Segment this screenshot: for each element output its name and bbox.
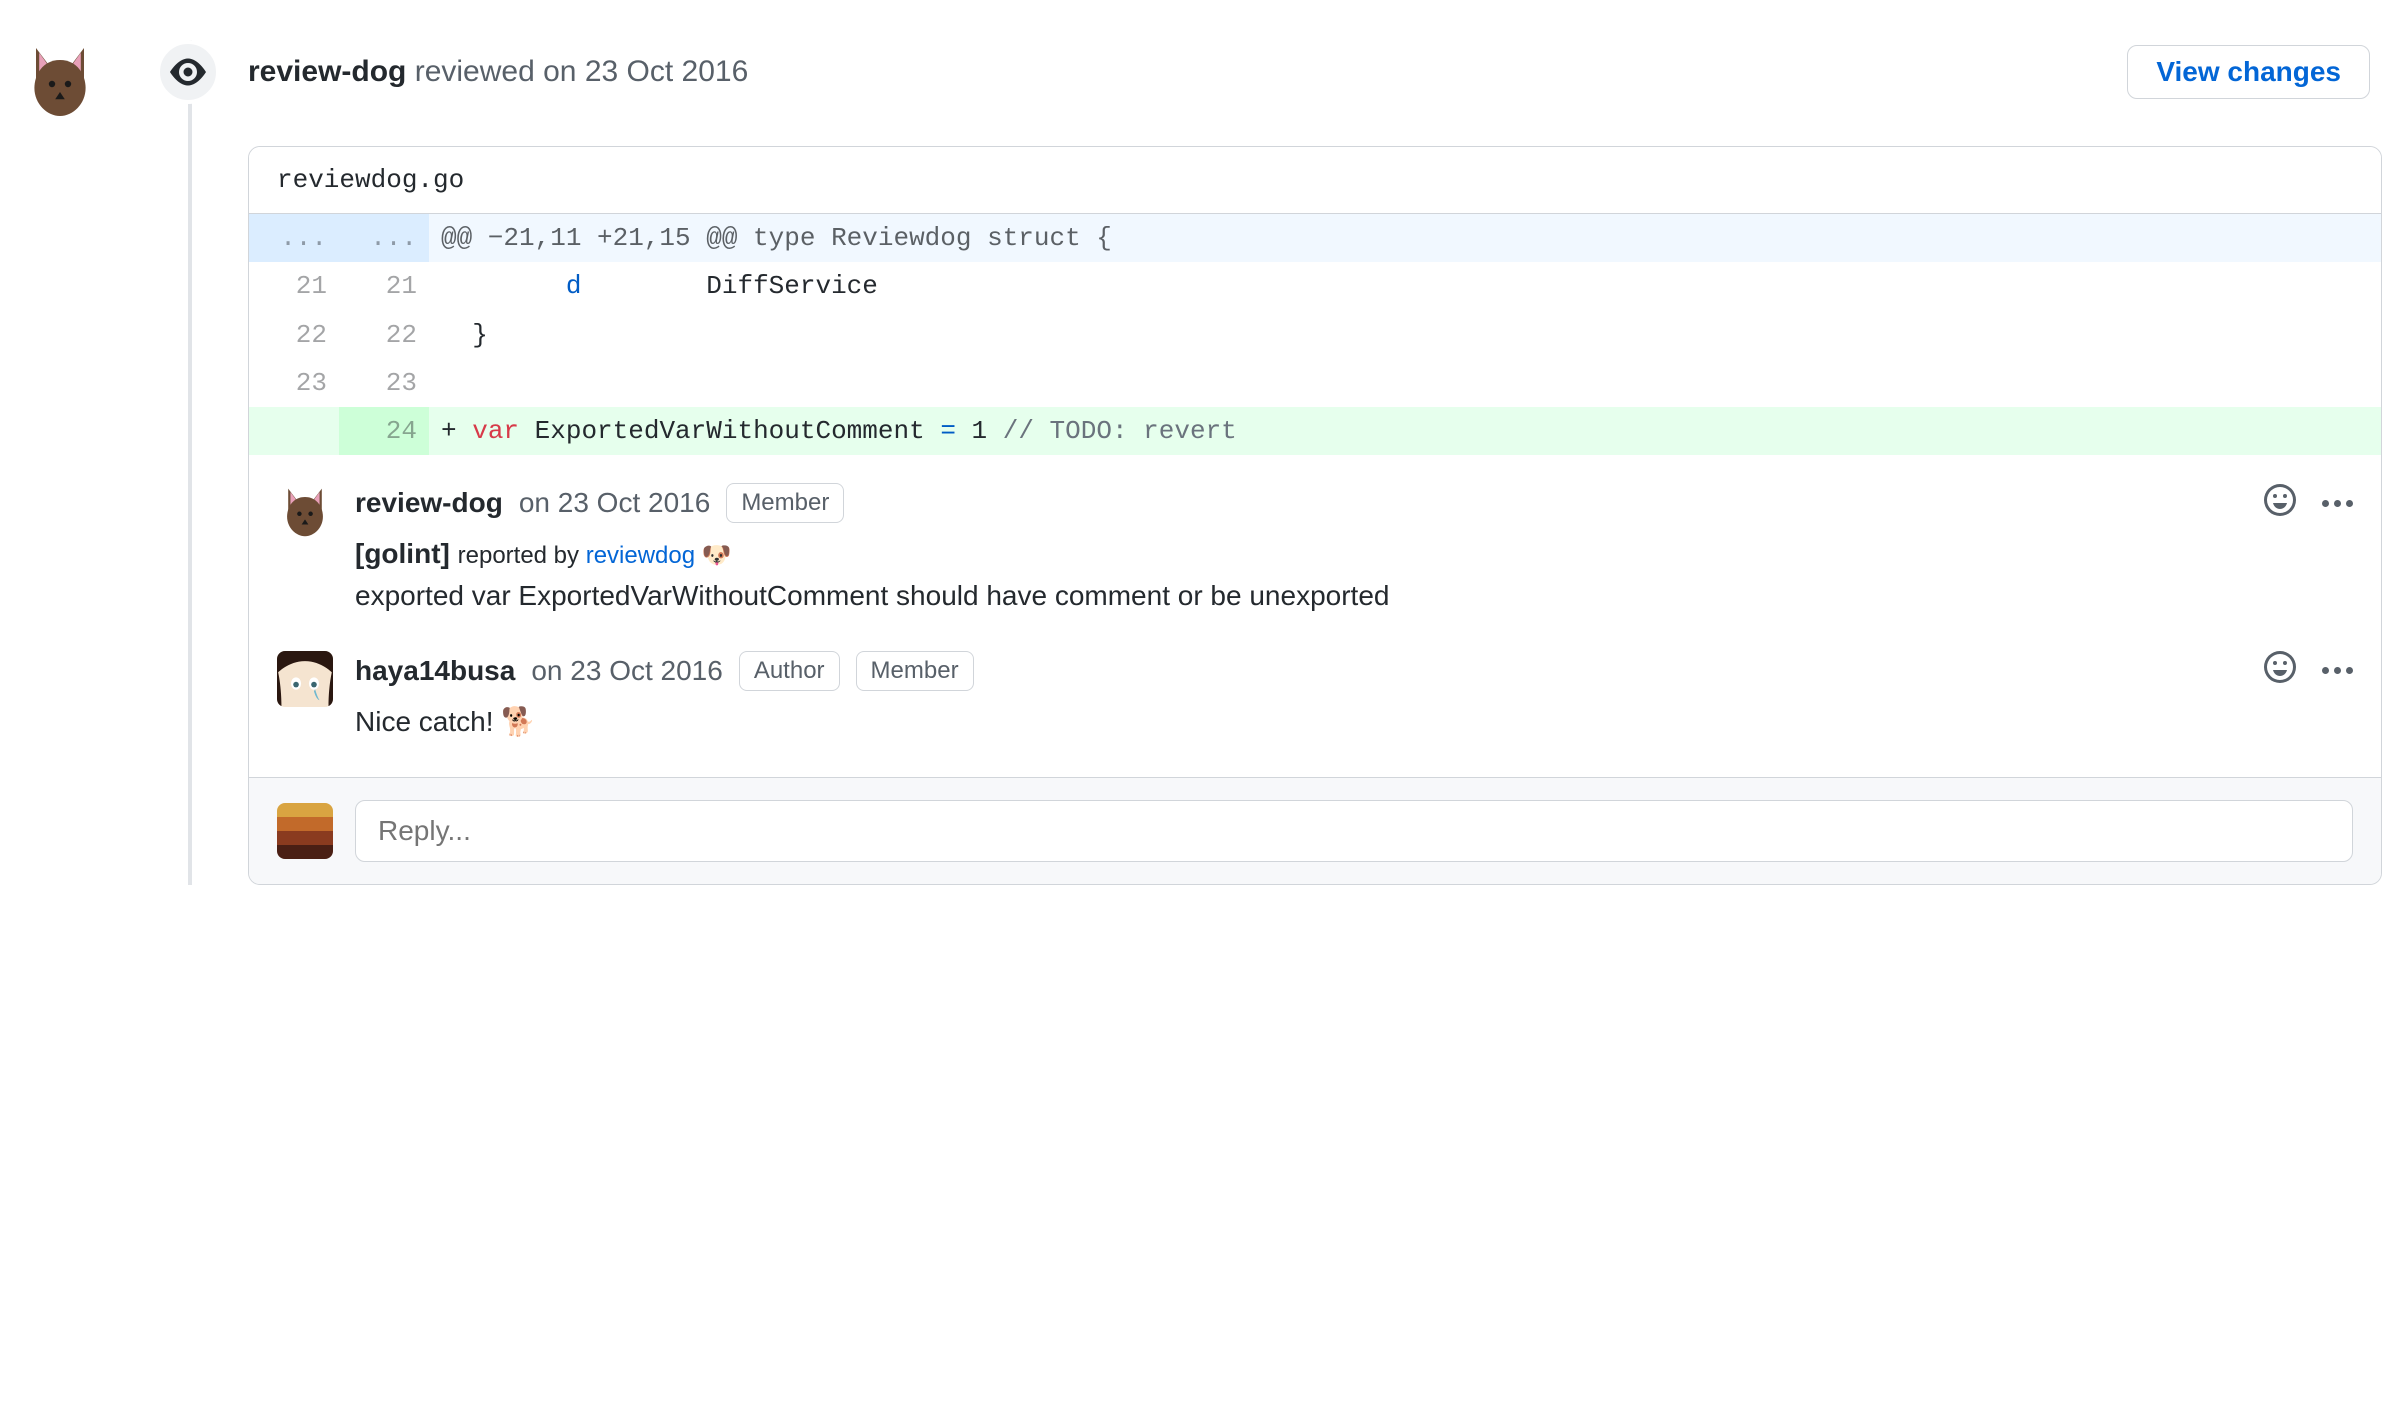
reply-row [249,777,2381,884]
reaction-icon[interactable] [2264,651,2296,690]
diff-hunk-header: ... ... @@ −21,11 +21,15 @@ type Reviewd… [249,214,2381,262]
file-name[interactable]: reviewdog.go [249,147,2381,214]
diff-table: ... ... @@ −21,11 +21,15 @@ type Reviewd… [249,214,2381,455]
reviewer-avatar[interactable] [20,40,100,120]
dog-emoji: 🐕 [501,708,536,736]
reply-input[interactable] [355,800,2353,862]
diff-context-row: 22 22 } [249,311,2381,359]
review-comment: haya14busa on 23 Oct 2016 Author Member … [277,651,2353,743]
review-eye-icon [156,40,220,104]
role-badge: Member [726,483,844,523]
review-comment: review-dog on 23 Oct 2016 Member [golint… [277,483,2353,617]
role-badge: Author [739,651,840,691]
comment-date: on 23 Oct 2016 [531,655,723,687]
comment-message: Nice catch! 🐕 [355,701,2353,743]
current-user-avatar[interactable] [277,803,333,859]
comment-message: [golint] reported by reviewdog 🐶 exporte… [355,533,2353,617]
reviewdog-link[interactable]: reviewdog [586,542,695,569]
comment-author[interactable]: haya14busa [355,655,515,687]
diff-context-row: 21 21 d DiffService [249,262,2381,310]
role-badge: Member [856,651,974,691]
more-icon[interactable] [2322,500,2353,507]
review-date: 23 Oct 2016 [585,55,748,88]
reaction-icon[interactable] [2264,484,2296,523]
comment-date: on 23 Oct 2016 [519,487,711,519]
review-header-text: review-dog reviewed on 23 Oct 2016 [248,55,748,89]
diff-context-row: 23 23 [249,359,2381,407]
comment-author[interactable]: review-dog [355,487,503,519]
reviewer-name[interactable]: review-dog [248,55,406,88]
dog-face-emoji: 🐶 [702,544,732,568]
view-changes-button[interactable]: View changes [2127,45,2370,99]
diff-added-row: 24 + var ExportedVarWithoutComment = 1 /… [249,407,2381,455]
review-header: review-dog reviewed on 23 Oct 2016 View … [156,40,2382,104]
comment-avatar[interactable] [277,651,333,707]
more-icon[interactable] [2322,667,2353,674]
review-card: reviewdog.go ... ... @@ −21,11 +21,15 @@… [248,146,2382,885]
comment-avatar[interactable] [277,483,333,539]
